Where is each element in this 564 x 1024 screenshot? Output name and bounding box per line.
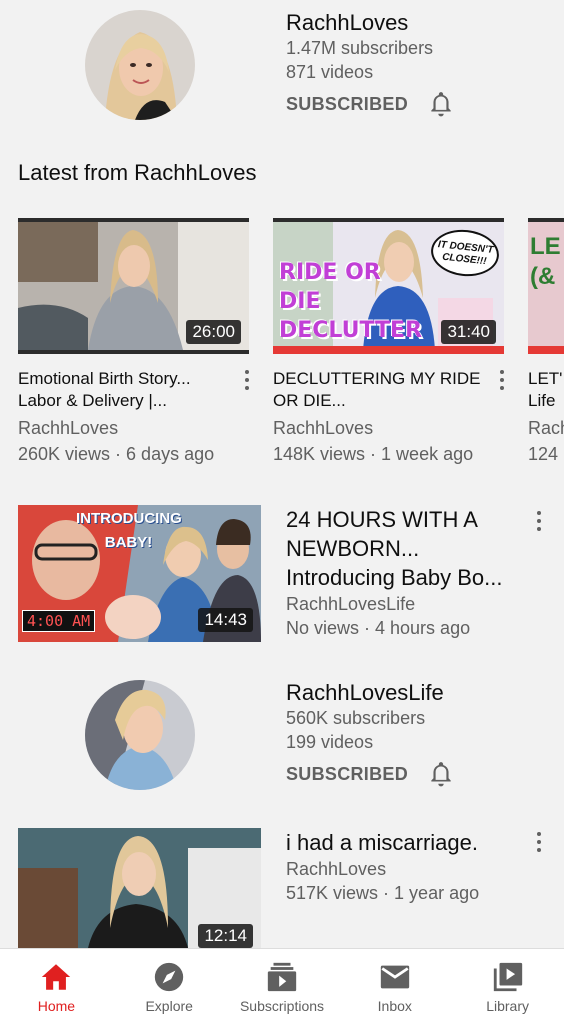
nav-library[interactable]: Library xyxy=(451,949,564,1024)
video-meta: No views · 4 hours ago xyxy=(286,618,471,638)
nav-label: Subscriptions xyxy=(239,997,325,1014)
video-title[interactable]: LET' Life xyxy=(528,368,564,412)
subscribed-button[interactable]: SUBSCRIBED xyxy=(286,764,408,785)
more-options-icon[interactable] xyxy=(534,509,544,533)
shelf-video-card[interactable]: RIDE OR DIE DECLUTTER IT DOESN'T CLOSE!!… xyxy=(273,218,505,467)
more-options-icon[interactable] xyxy=(497,368,507,392)
nav-inbox[interactable]: Inbox xyxy=(338,949,451,1024)
video-channel[interactable]: RachhLovesLife xyxy=(286,592,526,616)
subscriber-count: 1.47M subscribers xyxy=(286,38,434,58)
video-list-item[interactable]: 12:14 i had a miscarriage. RachhLoves 51… xyxy=(0,828,564,948)
thumbnail-overlay-text: RIDE OR DIE DECLUTTER xyxy=(279,260,423,343)
video-thumbnail[interactable]: 12:14 xyxy=(18,828,261,948)
video-thumbnail[interactable]: INTRODUCING BABY! 4:00 AM 14:43 xyxy=(18,505,261,642)
nav-home[interactable]: Home xyxy=(0,949,113,1024)
video-meta: 124 xyxy=(528,444,559,464)
duration-badge: 26:00 xyxy=(186,320,241,344)
video-title[interactable]: Emotional Birth Story... Labor & Deliver… xyxy=(18,368,228,412)
video-list-item[interactable]: INTRODUCING BABY! 4:00 AM 14:43 24 HOURS… xyxy=(0,505,564,645)
nav-explore[interactable]: Explore xyxy=(113,949,226,1024)
nav-label: Inbox xyxy=(377,997,412,1014)
bell-icon[interactable] xyxy=(428,90,454,118)
thumbnail-overlay-text: LE (& xyxy=(530,233,561,290)
nav-label: Library xyxy=(486,997,529,1014)
video-channel[interactable]: RachhLoves xyxy=(286,857,526,881)
duration-badge: 12:14 xyxy=(198,924,253,948)
video-thumbnail[interactable]: LE (& xyxy=(528,218,564,354)
channel-avatar[interactable] xyxy=(85,10,195,120)
channel-card-rachhloves[interactable]: RachhLoves 1.47M subscribers 871 videos … xyxy=(0,8,564,138)
subscriber-count: 560K subscribers xyxy=(286,708,426,728)
video-meta: 260K views · 6 days ago xyxy=(18,444,215,464)
video-channel[interactable]: RachhLoves xyxy=(273,415,505,441)
section-title: Latest from RachhLoves xyxy=(18,160,257,185)
mail-icon xyxy=(380,965,409,988)
nav-label: Home xyxy=(37,997,76,1014)
home-icon xyxy=(42,963,71,990)
nav-label: Explore xyxy=(145,997,193,1014)
clock-badge: 4:00 AM xyxy=(22,610,96,632)
subscribed-button[interactable]: SUBSCRIBED xyxy=(286,94,408,115)
video-title[interactable]: i had a miscarriage. xyxy=(286,828,526,857)
nav-subscriptions[interactable]: Subscriptions xyxy=(226,949,339,1024)
shelf-video-card[interactable]: 26:00 Emotional Birth Story... Labor & D… xyxy=(18,218,250,467)
subscriptions-icon xyxy=(267,962,297,991)
shelf-video-card[interactable]: LE (& LET' Life Rach 124 xyxy=(528,218,564,478)
thumbnail-overlay-text: INTRODUCING BABY! xyxy=(76,510,182,551)
library-icon xyxy=(493,962,522,991)
video-channel[interactable]: Rach xyxy=(528,415,564,441)
channel-name[interactable]: RachhLovesLife xyxy=(286,680,454,706)
bell-icon[interactable] xyxy=(428,760,454,788)
video-title[interactable]: DECLUTTERING MY RIDE OR DIE... xyxy=(273,368,483,412)
compass-icon xyxy=(155,962,184,991)
video-thumbnail[interactable]: RIDE OR DIE DECLUTTER IT DOESN'T CLOSE!!… xyxy=(273,218,504,354)
more-options-icon[interactable] xyxy=(242,368,252,392)
duration-badge: 14:43 xyxy=(198,608,253,632)
duration-badge: 31:40 xyxy=(441,320,496,344)
video-meta: 517K views · 1 year ago xyxy=(286,883,480,903)
video-title[interactable]: 24 HOURS WITH A NEWBORN... Introducing B… xyxy=(286,505,526,592)
video-thumbnail[interactable]: 26:00 xyxy=(18,218,249,354)
video-meta: 148K views · 1 week ago xyxy=(273,444,474,464)
bottom-navigation: Home Explore Subscriptions Inbox Library xyxy=(0,948,564,1024)
video-count: 871 videos xyxy=(286,62,374,82)
channel-name[interactable]: RachhLoves xyxy=(286,10,454,36)
more-options-icon[interactable] xyxy=(534,830,544,854)
channel-card-rachhloveslife[interactable]: RachhLovesLife 560K subscribers 199 vide… xyxy=(0,680,564,810)
channel-avatar[interactable] xyxy=(85,680,195,790)
video-count: 199 videos xyxy=(286,732,374,752)
video-channel[interactable]: RachhLoves xyxy=(18,415,250,441)
